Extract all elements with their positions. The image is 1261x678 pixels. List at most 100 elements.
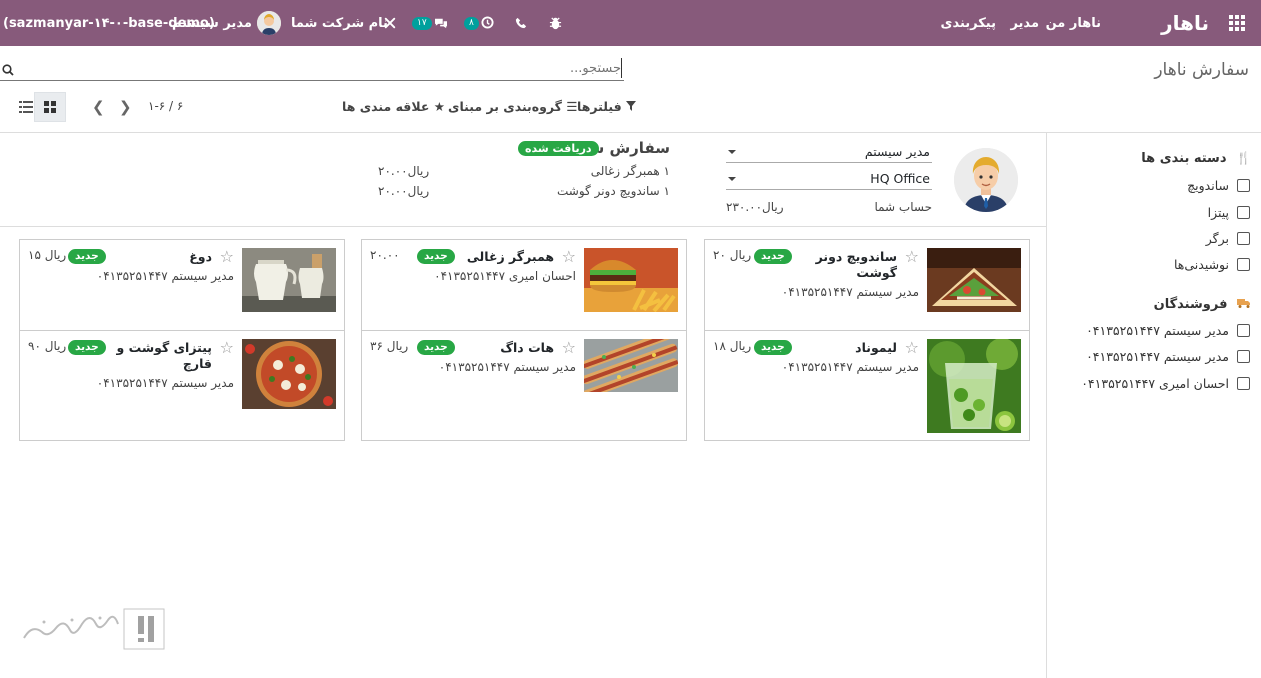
- product-image: [584, 248, 678, 312]
- checkbox[interactable]: [1237, 350, 1250, 363]
- product-name: پیتزای گوشت و قارچ: [116, 340, 212, 371]
- product-card[interactable]: ☆ هات داگ جدید ۳۶ ریال مدیر سیستم ۰۴۱۳۵۲…: [361, 330, 687, 441]
- top-navbar: ناهار ناهار من مدیر پیکربندی ۸ ۱۷ نام شر…: [0, 0, 1261, 46]
- product-card[interactable]: ☆ لیموناد جدید ۱۸ ریال مدیر سیستم ۰۴۱۳۵۲…: [704, 330, 1030, 441]
- product-vendor: مدیر سیستم ۰۴۱۳۵۲۵۱۴۴۷: [781, 285, 919, 299]
- search-icon[interactable]: [2, 61, 14, 76]
- new-badge: جدید: [417, 340, 455, 355]
- activity-count-badge: ۸: [464, 16, 479, 30]
- favorite-star-icon[interactable]: ☆: [220, 247, 234, 266]
- order-status-badge: دریافت شده: [518, 141, 599, 156]
- vendors-header: فروشندگان: [1154, 297, 1251, 312]
- menu-manager[interactable]: مدیر: [1010, 0, 1039, 46]
- order-line[interactable]: ۱ ساندویچ دونر گوشت: [557, 184, 670, 198]
- product-vendor: مدیر سیستم ۰۴۱۳۵۲۵۱۴۴۷: [96, 269, 234, 283]
- product-name: لیموناد: [855, 340, 897, 355]
- location-select[interactable]: HQ Office: [726, 168, 932, 190]
- vendors-title: فروشندگان: [1153, 297, 1228, 312]
- product-price: ۱۵ ریال: [28, 248, 67, 262]
- order-line[interactable]: ۱ همبرگر زغالی: [591, 164, 670, 178]
- product-image: [242, 339, 336, 409]
- vendor-label: مدیر سیستم ۰۴۱۳۵۲۵۱۴۴۷: [1086, 349, 1229, 364]
- category-item[interactable]: ساندویچ: [1187, 178, 1250, 193]
- groupby-button[interactable]: گروه‌بندی بر مبنای ☰: [448, 99, 578, 114]
- favorite-star-icon[interactable]: ☆: [562, 338, 576, 357]
- vendor-item[interactable]: احسان امیری ۰۴۱۳۵۲۵۱۴۴۷: [1081, 376, 1250, 391]
- product-card[interactable]: ☆ پیتزای گوشت و قارچ جدید ۹۰ ریال مدیر س…: [19, 330, 345, 441]
- user-avatar: [256, 11, 281, 35]
- checkbox[interactable]: [1237, 179, 1250, 192]
- user-select[interactable]: مدیر سیستم: [726, 141, 932, 163]
- account-balance: ۲۳۰.۰۰ریال: [726, 200, 784, 214]
- product-image: [584, 339, 678, 392]
- category-label: پیتزا: [1207, 205, 1229, 220]
- product-price: ۲۰ ریال: [713, 248, 752, 262]
- filters-label: فیلترها: [577, 99, 622, 114]
- menu-configuration[interactable]: پیکربندی: [941, 0, 996, 46]
- apps-menu-icon[interactable]: [1223, 0, 1251, 46]
- vendor-label: احسان امیری ۰۴۱۳۵۲۵۱۴۴۷: [1081, 376, 1229, 391]
- product-name: دوغ: [189, 249, 212, 264]
- chat-icon: [434, 14, 448, 33]
- app-brand[interactable]: ناهار: [1161, 0, 1209, 46]
- phone-icon[interactable]: [511, 0, 531, 46]
- favorite-star-icon[interactable]: ☆: [905, 338, 919, 357]
- user-avatar: [954, 148, 1018, 212]
- checkbox[interactable]: [1237, 377, 1250, 390]
- category-item[interactable]: نوشیدنی‌ها: [1174, 257, 1250, 272]
- page-title: سفارش ناهار: [1154, 60, 1249, 80]
- caret-down-icon: [728, 177, 736, 181]
- chat-count-badge: ۱۷: [412, 16, 432, 30]
- product-price: ۱۸ ریال: [713, 339, 752, 353]
- checkbox[interactable]: [1237, 258, 1250, 271]
- star-icon: ★: [433, 99, 445, 114]
- product-vendor: احسان امیری ۰۴۱۳۵۲۵۱۴۴۷: [434, 269, 576, 283]
- pager-value[interactable]: ۱-۶ / ۶: [148, 99, 183, 113]
- watermark-logo: [22, 608, 168, 654]
- filters-button[interactable]: فیلترها: [577, 99, 636, 114]
- product-price: ۲۰.۰۰: [370, 248, 400, 262]
- database-name: (sazmanyar-۱۴-۰-base-demo): [3, 15, 215, 31]
- pager-next-icon[interactable]: ❯: [119, 98, 132, 116]
- search-input[interactable]: [32, 58, 622, 78]
- category-label: نوشیدنی‌ها: [1173, 257, 1229, 272]
- company-switcher[interactable]: نام شرکت شما: [291, 0, 388, 46]
- kanban-view-button[interactable]: [34, 92, 66, 122]
- favorite-star-icon[interactable]: ☆: [220, 338, 234, 357]
- checkbox[interactable]: [1237, 324, 1250, 337]
- truck-icon: [1237, 297, 1251, 311]
- category-item[interactable]: پیتزا: [1208, 205, 1250, 220]
- new-badge: جدید: [754, 249, 792, 264]
- product-name: ساندویچ دونر گوشت: [815, 249, 897, 280]
- bug-icon[interactable]: [545, 0, 565, 46]
- favorites-button[interactable]: علاقه مندی ها ★: [342, 99, 445, 114]
- checkbox[interactable]: [1237, 206, 1250, 219]
- account-label: حساب شما: [874, 200, 932, 214]
- messaging-menu[interactable]: ۱۷: [410, 0, 448, 46]
- vendor-label: مدیر سیستم ۰۴۱۳۵۲۵۱۴۴۷: [1086, 323, 1229, 338]
- vendor-item[interactable]: مدیر سیستم ۰۴۱۳۵۲۵۱۴۴۷: [1086, 349, 1250, 364]
- product-price: ۳۶ ریال: [370, 339, 409, 353]
- favorite-star-icon[interactable]: ☆: [562, 247, 576, 266]
- filter-icon: [626, 99, 636, 114]
- order-line-price: ۲۰.۰۰ریال: [378, 184, 430, 198]
- location-select-value: HQ Office: [870, 171, 930, 186]
- product-vendor: مدیر سیستم ۰۴۱۳۵۲۵۱۴۴۷: [781, 360, 919, 374]
- checkbox[interactable]: [1237, 232, 1250, 245]
- order-line-price: ۲۰.۰۰ریال: [378, 164, 430, 178]
- product-image: [927, 339, 1021, 433]
- menu-my-lunch[interactable]: ناهار من: [1046, 0, 1101, 46]
- favorite-star-icon[interactable]: ☆: [905, 247, 919, 266]
- vendor-item[interactable]: مدیر سیستم ۰۴۱۳۵۲۵۱۴۴۷: [1086, 323, 1250, 338]
- product-price: ۹۰ ریال: [28, 339, 67, 353]
- product-vendor: مدیر سیستم ۰۴۱۳۵۲۵۱۴۴۷: [96, 376, 234, 390]
- pager-previous-icon[interactable]: ❮: [92, 98, 105, 116]
- product-name: هات داگ: [500, 340, 554, 355]
- categories-header: دسته بندی ها 🍴: [1141, 151, 1251, 166]
- category-label: برگر: [1205, 231, 1229, 246]
- activity-menu[interactable]: ۸: [462, 0, 494, 46]
- favorites-label: علاقه مندی ها: [342, 99, 430, 114]
- order-summary: مدیر سیستم HQ Office حساب شما ۲۳۰.۰۰ریال…: [0, 133, 1046, 227]
- category-item[interactable]: برگر: [1206, 231, 1250, 246]
- product-name: همبرگر زغالی: [466, 249, 554, 264]
